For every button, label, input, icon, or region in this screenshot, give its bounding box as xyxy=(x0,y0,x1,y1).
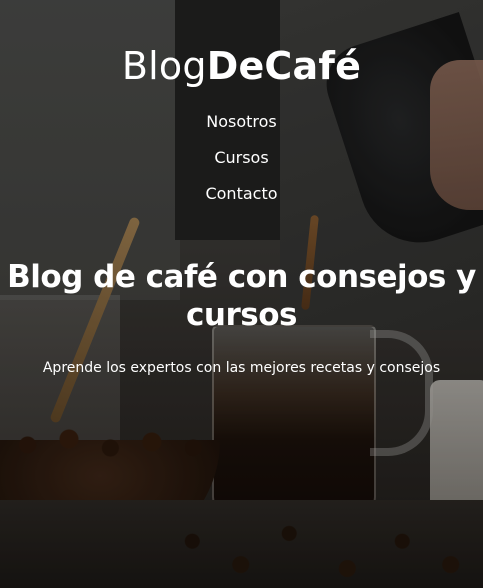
logo-regular-text: Blog xyxy=(121,44,207,88)
site-logo[interactable]: BlogDeCafé xyxy=(0,44,483,88)
nav-link-cursos[interactable]: Cursos xyxy=(0,140,483,176)
logo-bold-text: DeCafé xyxy=(206,44,362,88)
main-navigation: Nosotros Cursos Contacto xyxy=(0,104,483,212)
nav-link-nosotros[interactable]: Nosotros xyxy=(0,104,483,140)
hero-content: BlogDeCafé Nosotros Cursos Contacto Blog… xyxy=(0,0,483,588)
hero-title: Blog de café con consejos y cursos xyxy=(7,259,476,333)
hero-section: BlogDeCafé Nosotros Cursos Contacto Blog… xyxy=(0,0,483,588)
nav-link-contacto[interactable]: Contacto xyxy=(0,176,483,212)
hero-subtitle: Aprende los expertos con las mejores rec… xyxy=(42,360,441,376)
